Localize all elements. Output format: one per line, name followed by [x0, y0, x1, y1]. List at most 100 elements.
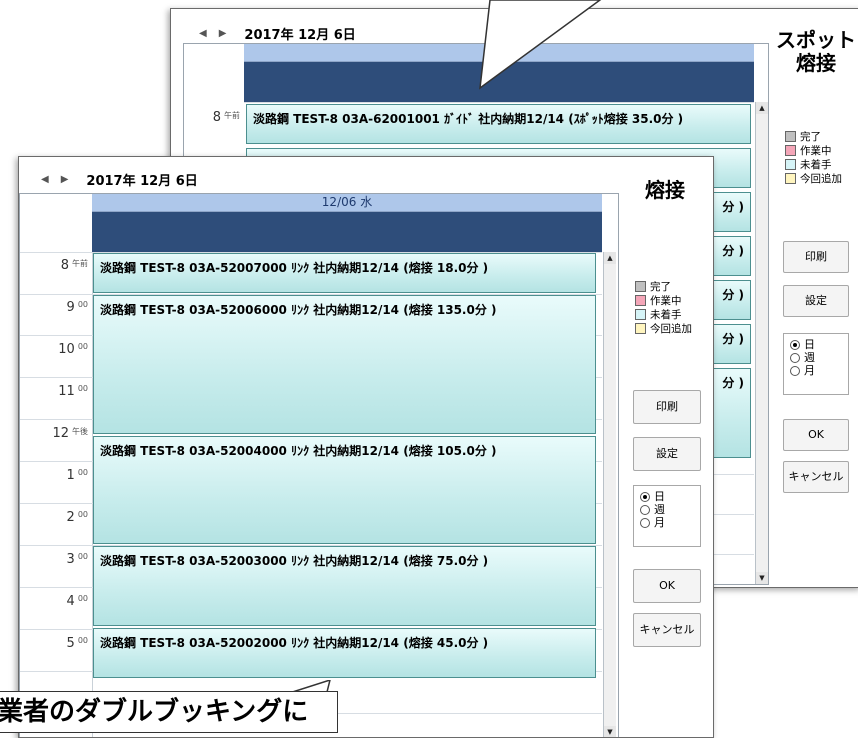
- prev-day-arrow-icon[interactable]: ◀: [199, 28, 207, 39]
- front-date-navigator: ◀ ▶ 2017年 12月 6日: [41, 169, 198, 189]
- back-sidebar: スポット 熔接 完了 作業中 未着手 今回追加 印刷 設定 日 週 月 OK キ…: [773, 9, 858, 587]
- front-appointment-1[interactable]: 淡路鋼 TEST-8 03A-52007000 ﾘﾝｸ 社内納期12/14 (熔…: [93, 253, 596, 293]
- front-hour-label-3: 3 00: [20, 552, 88, 567]
- front-all-day-band: [92, 212, 602, 252]
- back-radio-month-icon: [790, 365, 800, 376]
- front-legend-added: 今回追加: [635, 321, 692, 336]
- front-prev-day-arrow-icon[interactable]: ◀: [41, 174, 49, 185]
- back-view-mode-group: 日 週 月: [783, 333, 849, 395]
- front-radio-month-icon: [640, 517, 650, 528]
- back-view-month-label: 月: [804, 364, 815, 377]
- back-legend-not-started-label: 未着手: [800, 159, 832, 171]
- front-appointment-3[interactable]: 淡路鋼 TEST-8 03A-52004000 ﾘﾝｸ 社内納期12/14 (熔…: [93, 436, 596, 544]
- front-view-week-radio[interactable]: 週: [640, 503, 694, 516]
- front-hour-sub: 00: [77, 510, 88, 519]
- front-hour-value: 4: [66, 594, 75, 609]
- front-legend-done-swatch: [635, 281, 646, 292]
- front-scroll-down-icon[interactable]: ▼: [604, 726, 616, 737]
- front-schedule-grid: 12/06 水 8 午前 9 00 10 00 11 00 12 午後 1 00 2 00 3…: [19, 193, 619, 737]
- front-ok-button[interactable]: OK: [633, 569, 701, 603]
- front-hour-label-9: 9 00: [20, 300, 88, 315]
- back-ok-button[interactable]: OK: [783, 419, 849, 451]
- front-hour-value: 9: [66, 300, 75, 315]
- back-vertical-scrollbar[interactable]: ▲ ▼: [755, 102, 768, 584]
- front-current-date: 2017年 12月 6日: [86, 173, 198, 189]
- back-legend-in-progress-label: 作業中: [800, 145, 832, 157]
- front-hour-sub: 00: [77, 468, 88, 477]
- front-settings-button[interactable]: 設定: [633, 437, 701, 471]
- front-process-title: 熔接: [645, 178, 685, 202]
- back-appointment-1[interactable]: 淡路鋼 TEST-8 03A-62001001 ｶﾞｲﾄﾞ 社内納期12/14 …: [246, 104, 751, 144]
- front-time-column: [20, 252, 93, 737]
- back-title-line2: 熔接: [796, 51, 836, 75]
- back-legend-done-swatch: [785, 131, 796, 142]
- back-legend-added-swatch: [785, 173, 796, 184]
- front-vertical-scrollbar[interactable]: ▲ ▼: [603, 252, 616, 737]
- back-view-day-radio[interactable]: 日: [790, 338, 842, 351]
- back-hour-8-sub: 午前: [224, 111, 240, 120]
- top-callout-pointer: [479, 0, 602, 90]
- front-appointment-4[interactable]: 淡路鋼 TEST-8 03A-52003000 ﾘﾝｸ 社内納期12/14 (熔…: [93, 546, 596, 626]
- front-view-day-label: 日: [654, 490, 665, 503]
- front-legend-not-started-label: 未着手: [650, 309, 682, 321]
- front-view-month-label: 月: [654, 516, 665, 529]
- back-legend-added: 今回追加: [785, 171, 842, 186]
- front-legend-not-started: 未着手: [635, 307, 682, 322]
- front-view-day-radio[interactable]: 日: [640, 490, 694, 503]
- back-legend-not-started-swatch: [785, 159, 796, 170]
- front-legend-added-swatch: [635, 323, 646, 334]
- front-legend-done-label: 完了: [650, 281, 671, 293]
- front-scroll-up-icon[interactable]: ▲: [604, 252, 616, 264]
- back-view-week-radio[interactable]: 週: [790, 351, 842, 364]
- front-legend-in-progress: 作業中: [635, 293, 682, 308]
- front-cancel-button[interactable]: キャンセル: [633, 613, 701, 647]
- back-legend-added-label: 今回追加: [800, 173, 842, 185]
- back-cancel-button[interactable]: キャンセル: [783, 461, 849, 493]
- back-view-week-label: 週: [804, 351, 815, 364]
- front-legend-in-progress-swatch: [635, 295, 646, 306]
- front-view-mode-group: 日 週 月: [633, 485, 701, 547]
- back-hour-label-8: 8 午前: [184, 110, 240, 125]
- front-hour-value: 10: [58, 342, 75, 357]
- front-hour-label-4: 4 00: [20, 594, 88, 609]
- front-hour-value: 11: [58, 384, 75, 399]
- next-day-arrow-icon[interactable]: ▶: [219, 28, 227, 39]
- back-hour-line: [244, 102, 754, 103]
- front-appointment-5[interactable]: 淡路鋼 TEST-8 03A-52002000 ﾘﾝｸ 社内納期12/14 (熔…: [93, 628, 596, 678]
- back-legend-in-progress: 作業中: [785, 143, 832, 158]
- front-hour-label-11: 11 00: [20, 384, 88, 399]
- front-legend-in-progress-label: 作業中: [650, 295, 682, 307]
- front-print-button[interactable]: 印刷: [633, 390, 701, 424]
- front-day-column-header[interactable]: 12/06 水: [92, 194, 602, 212]
- front-hour-sub: 午前: [72, 259, 88, 268]
- back-settings-button[interactable]: 設定: [783, 285, 849, 317]
- front-hour-sub: 00: [77, 384, 88, 393]
- front-legend-done: 完了: [635, 279, 671, 294]
- back-legend-done-label: 完了: [800, 131, 821, 143]
- back-current-date: 2017年 12月 6日: [244, 27, 356, 43]
- back-date-navigator: ◀ ▶ 2017年 12月 6日: [199, 23, 356, 43]
- front-appointment-2[interactable]: 淡路鋼 TEST-8 03A-52006000 ﾘﾝｸ 社内納期12/14 (熔…: [93, 295, 596, 434]
- back-title-line1: スポット: [776, 28, 856, 52]
- front-legend-not-started-swatch: [635, 309, 646, 320]
- front-view-week-label: 週: [654, 503, 665, 516]
- front-sidebar: 熔接 完了 作業中 未着手 今回追加 印刷 設定 日 週 月 OK キャンセル: [619, 157, 711, 737]
- front-hour-value: 12: [52, 426, 69, 441]
- back-view-month-radio[interactable]: 月: [790, 364, 842, 377]
- back-view-day-label: 日: [804, 338, 815, 351]
- back-legend-done: 完了: [785, 129, 821, 144]
- front-hour-label-8: 8 午前: [20, 258, 88, 273]
- back-radio-day-icon: [790, 339, 800, 350]
- front-hour-sub: 00: [77, 342, 88, 351]
- front-scheduler-window: ◀ ▶ 2017年 12月 6日 12/06 水 8 午前 9 00 10 00 11…: [18, 156, 714, 738]
- front-hour-sub: 00: [77, 636, 88, 645]
- back-process-title: スポット 熔接: [773, 29, 858, 75]
- back-print-button[interactable]: 印刷: [783, 241, 849, 273]
- back-scroll-up-icon[interactable]: ▲: [756, 102, 768, 114]
- front-next-day-arrow-icon[interactable]: ▶: [61, 174, 69, 185]
- front-hour-label-5: 5 00: [20, 636, 88, 651]
- back-legend-in-progress-swatch: [785, 145, 796, 156]
- front-hour-value: 3: [66, 552, 75, 567]
- back-scroll-down-icon[interactable]: ▼: [756, 572, 768, 584]
- front-view-month-radio[interactable]: 月: [640, 516, 694, 529]
